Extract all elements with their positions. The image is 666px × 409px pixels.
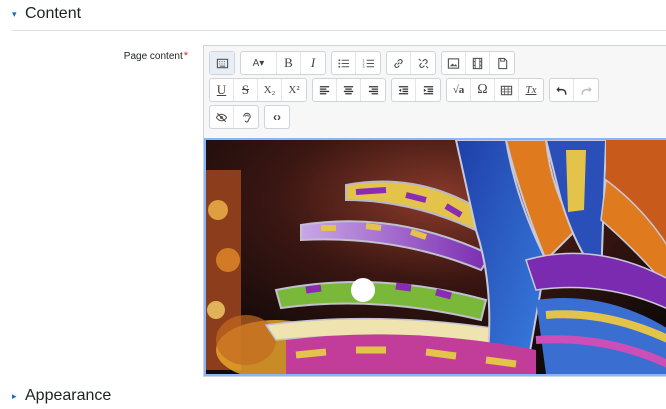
toolbar-row-2: U S X₂ X² √a Ω Tx (209, 78, 666, 102)
toolbar-group-text-style: A▾ B I (240, 51, 326, 75)
unlink-icon (417, 57, 429, 69)
rich-text-editor[interactable]: A▾ B I 123 U S X₂ X² √a Ω Tx ‹› (203, 45, 666, 377)
align-left-button[interactable] (313, 79, 337, 101)
toolbar-group-source: ‹› (264, 105, 290, 129)
subscript-icon: X₂ (263, 84, 276, 96)
superscript-button[interactable]: X² (282, 79, 306, 101)
film-icon (472, 57, 483, 69)
toolbar-group-align (312, 78, 386, 102)
indent-icon (423, 85, 433, 94)
font-size-icon: A▾ (252, 57, 265, 69)
eye-slash-icon (215, 112, 228, 122)
insert-media-button[interactable] (466, 52, 490, 74)
numbered-list-icon: 123 (362, 58, 374, 69)
toolbar-group-accessibility (209, 105, 259, 129)
undo-button[interactable] (550, 79, 574, 101)
link-button[interactable] (387, 52, 411, 74)
insert-image-button[interactable] (442, 52, 466, 74)
italic-icon: I (310, 55, 316, 70)
page-content-label: Page content* (124, 50, 188, 62)
redo-button[interactable] (574, 79, 598, 101)
chevron-right-icon: ▸ (12, 390, 17, 401)
toolbar-row-1: A▾ B I 123 (209, 51, 666, 75)
screenreader-helper-button[interactable] (234, 106, 258, 128)
toolbar-group-lists: 123 (331, 51, 381, 75)
toolbar-group-history (549, 78, 599, 102)
toolbar-group-media (441, 51, 515, 75)
superscript-icon: X² (288, 84, 300, 96)
svg-text:3: 3 (362, 65, 364, 69)
link-icon (394, 58, 403, 68)
chevron-down-icon: ▾ (12, 8, 17, 19)
clear-formatting-icon: Tx (525, 84, 537, 96)
undo-icon (556, 86, 567, 95)
indent-button[interactable] (416, 79, 440, 101)
bold-button[interactable]: B (277, 52, 301, 74)
unordered-list-button[interactable] (332, 52, 356, 74)
section-appearance-title: Appearance (25, 387, 112, 404)
keyboard-icon (216, 58, 228, 68)
redo-icon (581, 86, 592, 95)
code-icon: ‹› (273, 110, 281, 124)
align-right-button[interactable] (361, 79, 385, 101)
editor-content-area[interactable] (204, 138, 666, 376)
table-icon (500, 85, 513, 95)
align-center-button[interactable] (337, 79, 361, 101)
align-center-icon (343, 85, 354, 94)
html-source-button[interactable]: ‹› (265, 106, 289, 128)
equation-button[interactable]: √a (447, 79, 471, 101)
toolbar-toggle-button[interactable] (210, 52, 234, 74)
editor-toolbar: A▾ B I 123 U S X₂ X² √a Ω Tx ‹› (209, 51, 666, 132)
image-icon (447, 57, 460, 69)
strikethrough-icon: S (241, 82, 250, 97)
section-content-toggle[interactable]: ▾ Content (12, 5, 81, 23)
outdent-button[interactable] (392, 79, 416, 101)
align-left-icon (319, 85, 330, 94)
strikethrough-button[interactable]: S (234, 79, 258, 101)
bold-icon: B (284, 55, 293, 70)
manage-files-button[interactable] (490, 52, 514, 74)
section-appearance-toggle[interactable]: ▸ Appearance (12, 387, 111, 405)
page-content-label-text: Page content (123, 51, 183, 62)
equation-icon: √a (452, 84, 465, 96)
accessibility-checker-button[interactable] (210, 106, 234, 128)
subscript-button[interactable]: X₂ (258, 79, 282, 101)
toolbar-group-insert: √a Ω Tx (446, 78, 544, 102)
toolbar-group-font-style: U S X₂ X² (209, 78, 307, 102)
outdent-icon (398, 85, 409, 94)
toolbar-group-toggle (209, 51, 235, 75)
carnival-costume-photo (206, 140, 666, 374)
section-content-title: Content (25, 5, 82, 22)
toolbar-group-links (386, 51, 436, 75)
underline-icon: U (216, 82, 227, 97)
ear-icon (242, 112, 251, 122)
ordered-list-button[interactable]: 123 (356, 52, 380, 74)
align-right-icon (368, 85, 378, 94)
underline-button[interactable]: U (210, 79, 234, 101)
insert-table-button[interactable] (495, 79, 519, 101)
omega-icon: Ω (477, 82, 488, 97)
unlink-button[interactable] (411, 52, 435, 74)
bullet-list-icon (338, 58, 350, 68)
files-icon (497, 57, 507, 69)
font-size-button[interactable]: A▾ (241, 52, 277, 74)
required-marker: * (183, 50, 188, 62)
clear-formatting-button[interactable]: Tx (519, 79, 543, 101)
special-characters-button[interactable]: Ω (471, 79, 495, 101)
italic-button[interactable]: I (301, 52, 325, 74)
section-divider (12, 30, 666, 31)
toolbar-group-indent (391, 78, 441, 102)
toolbar-row-3: ‹› (209, 105, 666, 129)
